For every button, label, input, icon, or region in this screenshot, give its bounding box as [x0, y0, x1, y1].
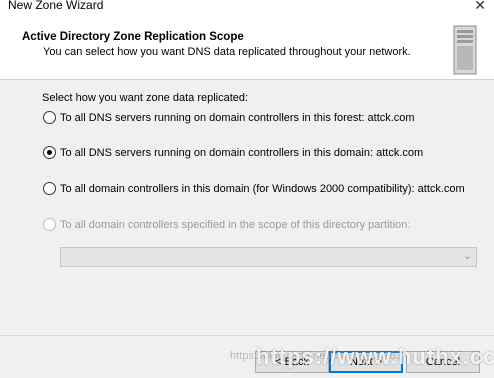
- option-forest-label: To all DNS servers running on domain con…: [60, 111, 415, 124]
- wizard-header: Active Directory Zone Replication Scope …: [0, 14, 494, 80]
- back-button[interactable]: < Back: [255, 351, 329, 373]
- radio-win2000[interactable]: [43, 182, 56, 195]
- option-forest[interactable]: To all DNS servers running on domain con…: [43, 111, 415, 124]
- option-win2000[interactable]: To all domain controllers in this domain…: [43, 182, 465, 195]
- close-icon[interactable]: ✕: [474, 0, 486, 14]
- option-domain[interactable]: To all DNS servers running on domain con…: [43, 146, 423, 159]
- option-domain-label: To all DNS servers running on domain con…: [60, 146, 424, 159]
- page-subtitle: You can select how you want DNS data rep…: [43, 46, 411, 58]
- option-win2000-label: To all domain controllers in this domain…: [60, 182, 465, 195]
- window-title: New Zone Wizard: [8, 0, 104, 12]
- title-bar: New Zone Wizard ✕: [0, 0, 494, 14]
- chevron-down-icon: ⌄: [462, 250, 472, 262]
- radio-forest[interactable]: [43, 111, 56, 124]
- radio-domain[interactable]: [43, 146, 56, 159]
- wizard-footer: < Back Next > Cancel: [0, 335, 494, 378]
- page-title: Active Directory Zone Replication Scope: [22, 31, 244, 43]
- radio-partition: [43, 218, 56, 231]
- option-partition-label: To all domain controllers specified in t…: [60, 218, 411, 231]
- replication-prompt: Select how you want zone data replicated…: [42, 92, 249, 104]
- option-partition: To all domain controllers specified in t…: [43, 218, 410, 231]
- partition-select: ⌄: [60, 247, 477, 267]
- server-icon: [453, 25, 477, 75]
- cancel-button[interactable]: Cancel: [406, 351, 480, 373]
- next-button[interactable]: Next >: [329, 351, 403, 373]
- wizard-content: Select how you want zone data replicated…: [0, 80, 494, 335]
